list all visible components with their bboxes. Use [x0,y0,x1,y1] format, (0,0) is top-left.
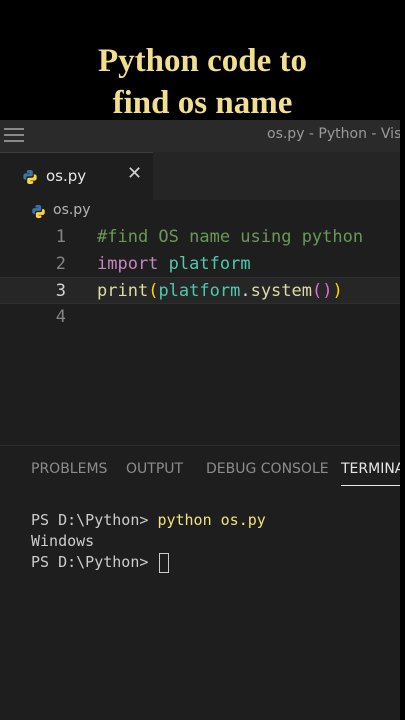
system-method: system [250,281,312,301]
line-3-code: print(platform.system()) [97,278,343,305]
breadcrumb-file[interactable]: os.py [53,202,90,218]
line-number: 3 [55,281,66,301]
dot-operator: . [240,281,251,301]
caption-line-2: find os name [112,85,293,121]
terminal-output[interactable]: PS D:\Python> python os.py Windows PS D:… [31,510,400,573]
tab-os-py[interactable]: os.py ✕ [0,152,153,200]
code-comment: #find OS name using python [97,227,364,247]
line-number: 1 [55,227,66,247]
print-function: print [97,281,149,301]
python-file-icon [23,170,37,184]
tab-debug-console[interactable]: DEBUG CONSOLE [206,461,329,477]
hamburger-menu-icon[interactable] [4,128,24,144]
code-line-3-current: 3 print(platform.system()) [0,277,400,304]
video-caption: Python code to find os name [0,40,405,124]
python-file-icon [32,204,45,219]
terminal-line-1: PS D:\Python> python os.py [31,510,400,531]
tab-problems[interactable]: PROBLEMS [31,461,107,477]
tab-output[interactable]: OUTPUT [126,461,183,477]
terminal-line-2: Windows [31,531,400,552]
code-editor[interactable]: 1 #find OS name using python 2 import pl… [0,224,400,444]
inner-parens: () [312,281,333,301]
tab-terminal[interactable]: TERMINAL [341,461,400,477]
editor-tab-bar: os.py ✕ [0,152,400,200]
line-number: 4 [55,307,66,327]
terminal-result: Windows [31,532,95,550]
breadcrumb: os.py [0,200,400,226]
line-2-code: import platform [97,251,251,278]
paren-open: ( [148,281,159,301]
panel-tab-bar: PROBLEMS OUTPUT DEBUG CONSOLE TERMINAL [0,456,400,488]
terminal-command: python os.py [157,511,266,529]
vscode-window: os.py - Python - Visu os.py ✕ os.py 1 #f… [0,120,400,720]
terminal-cursor [159,552,170,573]
tab-label: os.py [46,167,87,185]
code-line-2: 2 import platform [0,251,400,278]
panel-divider [0,445,400,446]
line-number: 2 [55,254,66,274]
terminal-prompt: PS D:\Python> [31,511,158,529]
paren-close: ) [332,281,343,301]
close-icon[interactable]: ✕ [127,163,142,184]
caption-line-1: Python code to [98,43,307,79]
window-title: os.py - Python - Visu [267,126,400,142]
line-1-code: #find OS name using python [97,224,363,251]
terminal-prompt: PS D:\Python> [31,553,158,571]
module-name: platform [168,254,251,274]
terminal-line-3: PS D:\Python> [31,552,400,573]
code-line-1: 1 #find OS name using python [0,224,400,251]
title-bar: os.py - Python - Visu [0,120,400,152]
active-tab-indicator [341,485,400,486]
import-keyword: import [97,254,159,274]
module-name: platform [158,281,241,301]
code-line-4: 4 [0,304,400,331]
